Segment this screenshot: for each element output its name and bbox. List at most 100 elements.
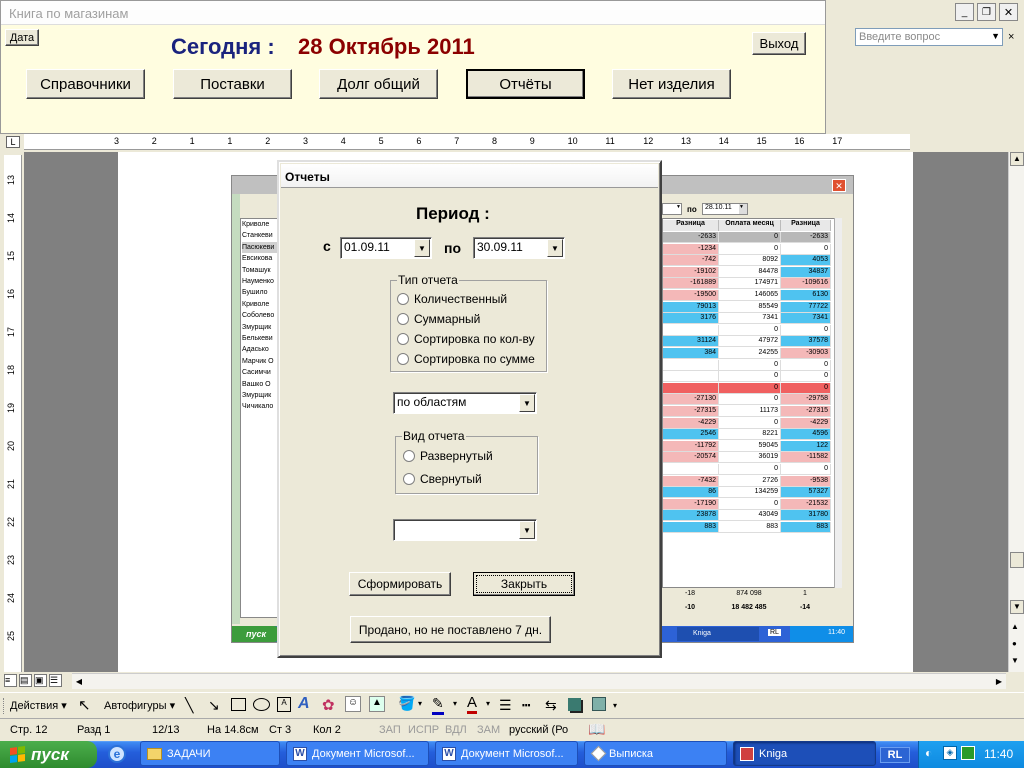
task-kniga[interactable]: Kniga xyxy=(733,741,876,766)
font-color-icon[interactable]: A xyxy=(467,694,478,714)
status-rec[interactable]: ЗАП xyxy=(379,724,401,736)
autoshapes-menu[interactable]: Автофигуры ▾ xyxy=(104,699,175,712)
report-type-label-sort-sum[interactable]: Сортировка по сумме xyxy=(414,352,535,366)
report-type-radio-quantity[interactable] xyxy=(397,293,409,305)
status-ext[interactable]: ВДЛ xyxy=(445,724,467,736)
nav-total-debt-button[interactable]: Долг общий xyxy=(319,69,438,99)
chevron-down-icon[interactable]: ▼ xyxy=(519,521,535,539)
line-color-dropdown-icon[interactable]: ▾ xyxy=(453,699,457,708)
report-type-radio-sort-sum[interactable] xyxy=(397,353,409,365)
task-word-1[interactable]: W Документ Microsof... xyxy=(286,741,429,766)
chevron-down-icon[interactable]: ▼ xyxy=(414,239,430,257)
chevron-down-icon[interactable]: ▼ xyxy=(519,394,535,412)
nav-reports-button[interactable]: Отчёты xyxy=(466,69,585,99)
date-button[interactable]: Дата xyxy=(5,29,39,46)
report-type-radio-sum[interactable] xyxy=(397,313,409,325)
report-type-label-sort-qty[interactable]: Сортировка по кол-ву xyxy=(414,332,535,346)
diagram-icon[interactable]: ✿ xyxy=(322,696,335,714)
textbox-icon[interactable]: A xyxy=(277,697,291,712)
horizontal-scrollbar[interactable]: ◀ ▶ xyxy=(72,673,1006,689)
shadow-icon[interactable] xyxy=(568,698,581,711)
scroll-right-arrow[interactable]: ▶ xyxy=(992,675,1006,689)
view-radio-expanded[interactable] xyxy=(403,450,415,462)
view-label-expanded[interactable]: Развернутый xyxy=(420,449,493,463)
select-objects-icon[interactable]: ↖ xyxy=(78,696,91,714)
vertical-ruler[interactable]: 13 14 15 16 17 18 19 20 21 22 23 24 25 xyxy=(4,155,22,672)
normal-view-icon[interactable]: ≡ xyxy=(4,674,17,687)
fill-color-dropdown-icon[interactable]: ▾ xyxy=(418,699,422,708)
line-icon[interactable]: ╲ xyxy=(185,697,193,714)
region-select[interactable]: по областям ▼ xyxy=(393,392,537,414)
view-buttons[interactable]: ≡ ▤ ▣ ☰ xyxy=(4,674,72,688)
chevron-down-icon[interactable]: ▼ xyxy=(991,31,1000,41)
report-type-label-sum[interactable]: Суммарный xyxy=(414,312,480,326)
nav-directories-button[interactable]: Справочники xyxy=(26,69,145,99)
arrow-style-icon[interactable]: ⇆ xyxy=(545,697,557,714)
toolbar-options-icon[interactable]: ▾ xyxy=(613,701,617,710)
print-view-icon[interactable]: ▣ xyxy=(34,674,47,687)
help-question-box[interactable]: Введите вопрос ▼ xyxy=(855,28,1003,46)
nav-deliveries-button[interactable]: Поставки xyxy=(173,69,292,99)
fill-color-icon[interactable]: 🪣 xyxy=(398,695,415,712)
rectangle-icon[interactable] xyxy=(231,698,246,711)
tray-security-icon[interactable] xyxy=(961,746,975,760)
region-select-value: по областям xyxy=(397,395,467,409)
view-radio-collapsed[interactable] xyxy=(403,473,415,485)
line-style-icon[interactable]: ☰ xyxy=(499,697,512,714)
nav-no-product-button[interactable]: Нет изделия xyxy=(612,69,731,99)
sold-not-delivered-button[interactable]: Продано, но не поставлено 7 дн. xyxy=(350,616,551,643)
next-page-icon[interactable]: ▼ xyxy=(1011,656,1019,665)
word-close-button[interactable]: ✕ xyxy=(999,3,1018,21)
select-browse-icon[interactable]: ● xyxy=(1012,639,1017,648)
arrow-icon[interactable]: ↘ xyxy=(208,697,220,714)
chevron-down-icon[interactable]: ▼ xyxy=(547,239,563,257)
vertical-scrollbar[interactable]: ▲ ▼ ▲ ● ▼ xyxy=(1008,152,1024,672)
oval-icon[interactable] xyxy=(253,698,270,711)
line-color-icon[interactable]: ✎ xyxy=(432,695,444,715)
view-label-collapsed[interactable]: Свернутый xyxy=(420,472,482,486)
3d-icon[interactable] xyxy=(592,697,606,711)
picture-icon[interactable]: ▲ xyxy=(369,696,385,712)
task-zadachi[interactable]: ЗАДАЧИ xyxy=(140,741,280,766)
dash-style-icon[interactable]: ┅ xyxy=(522,697,530,714)
start-button[interactable]: пуск xyxy=(0,741,97,768)
embedded-cell: -30903 xyxy=(781,348,831,359)
language-indicator[interactable]: RL xyxy=(880,747,910,763)
actions-menu[interactable]: Действия ▾ xyxy=(10,699,67,712)
to-date-select[interactable]: 30.09.11 ▼ xyxy=(473,237,565,259)
scroll-thumb[interactable] xyxy=(1010,552,1024,568)
wordart-icon[interactable]: A xyxy=(298,695,310,713)
scroll-up-arrow[interactable]: ▲ xyxy=(1010,152,1024,166)
tray-sound-icon[interactable]: ◐ xyxy=(925,746,932,760)
ruler-corner[interactable]: L xyxy=(6,136,20,148)
vruler-number: 24 xyxy=(6,592,17,604)
font-color-dropdown-icon[interactable]: ▾ xyxy=(486,699,490,708)
exit-button[interactable]: Выход xyxy=(752,32,806,55)
close-doc-icon[interactable]: × xyxy=(1008,31,1014,43)
close-button[interactable]: Закрыть xyxy=(473,572,575,596)
from-date-select[interactable]: 01.09.11 ▼ xyxy=(340,237,432,259)
scroll-down-arrow[interactable]: ▼ xyxy=(1010,600,1024,614)
status-trk[interactable]: ИСПР xyxy=(408,724,439,736)
diamond-icon xyxy=(590,745,607,762)
horizontal-ruler[interactable]: 3 2 1 1 2 3 4 5 6 7 8 9 10 11 12 13 14 15 16 17 xyxy=(24,134,910,150)
task-vypiska[interactable]: Выписка xyxy=(584,741,727,766)
extra-select[interactable]: ▼ xyxy=(393,519,537,541)
status-ovr[interactable]: ЗАМ xyxy=(477,724,500,736)
outline-view-icon[interactable]: ☰ xyxy=(49,674,62,687)
clipart-icon[interactable]: ☺ xyxy=(345,696,361,712)
web-view-icon[interactable]: ▤ xyxy=(19,674,32,687)
report-type-label-quantity[interactable]: Количественный xyxy=(414,292,507,306)
spelling-status-icon[interactable]: 📖 xyxy=(588,721,605,738)
quicklaunch-ie-icon[interactable]: e xyxy=(108,745,126,763)
ruler-number: 2 xyxy=(265,136,271,146)
word-min-button[interactable]: _ xyxy=(955,3,974,21)
prev-page-icon[interactable]: ▲ xyxy=(1011,622,1019,631)
report-type-radio-sort-qty[interactable] xyxy=(397,333,409,345)
task-word-2[interactable]: W Документ Microsof... xyxy=(435,741,578,766)
scroll-left-arrow[interactable]: ◀ xyxy=(72,675,86,689)
tray-network-icon[interactable]: ◈ xyxy=(943,746,957,760)
embedded-total-cell: 1 xyxy=(803,590,807,597)
generate-button[interactable]: Сформировать xyxy=(349,572,451,596)
word-restore-button[interactable]: ❐ xyxy=(977,3,996,21)
